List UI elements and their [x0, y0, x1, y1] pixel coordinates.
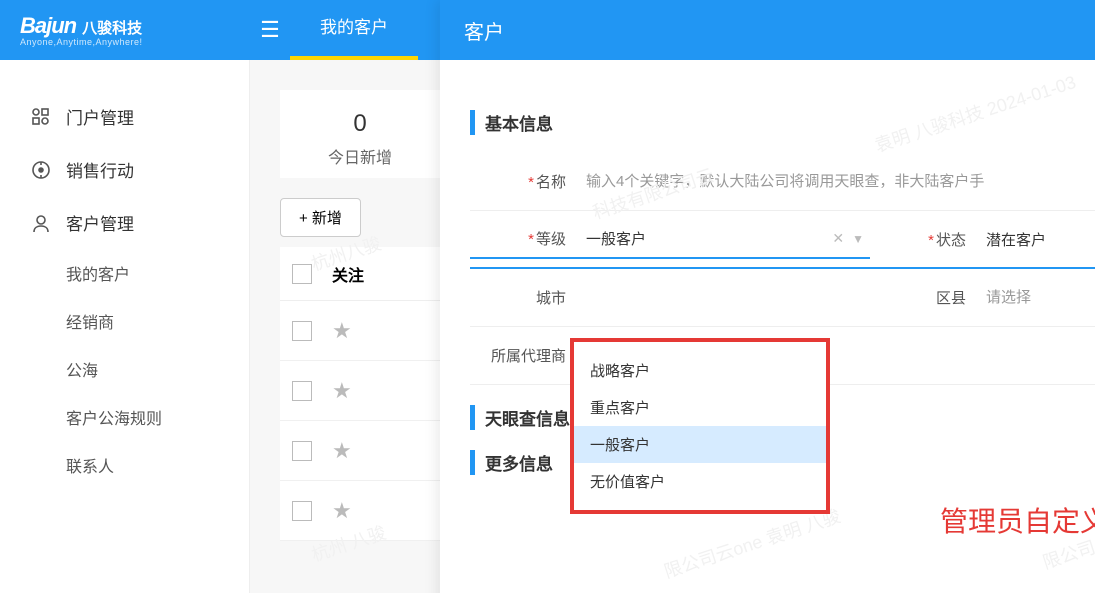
watermark: 限公司云one 袁	[1039, 511, 1095, 574]
chevron-down-icon: ▼	[852, 232, 864, 246]
star-icon[interactable]: ★	[332, 318, 352, 344]
row-checkbox[interactable]	[292, 501, 312, 521]
clock-target-icon	[30, 159, 52, 181]
field-city-district-row: 城市 区县	[470, 269, 1095, 327]
star-icon[interactable]: ★	[332, 438, 352, 464]
city-input[interactable]	[580, 281, 870, 314]
status-select[interactable]: 潜在客户	[980, 221, 1095, 258]
sidebar-item-portal[interactable]: 门户管理	[0, 90, 249, 143]
user-icon	[30, 212, 52, 234]
logo[interactable]: Bajun 八骏科技 Anyone,Anytime,Anywhere!	[0, 13, 250, 47]
dropdown-option-novalue[interactable]: 无价值客户	[574, 463, 826, 500]
name-input[interactable]	[580, 165, 1095, 198]
logo-brand-cn: 八骏科技	[82, 20, 142, 37]
sidebar-label: 销售行动	[66, 157, 134, 182]
panel-title: 客户	[440, 0, 1095, 60]
city-label: 城市	[470, 287, 580, 308]
star-icon[interactable]: ★	[332, 498, 352, 524]
district-label: 区县	[870, 287, 980, 308]
logo-brand: Bajun	[20, 13, 76, 38]
sidebar-label: 门户管理	[66, 104, 134, 129]
dropdown-option-key[interactable]: 重点客户	[574, 389, 826, 426]
tab-my-customers[interactable]: 我的客户	[290, 0, 418, 60]
sidebar-label: 客户管理	[66, 210, 134, 235]
section-basic-info: 基本信息	[470, 110, 1095, 135]
stat-label: 今日新增	[280, 144, 440, 168]
annotation-admin-custom: 管理员自定义	[940, 500, 1095, 540]
level-label: 等级	[470, 228, 580, 249]
watermark: 限公司云one 袁明 八骏	[660, 502, 843, 584]
stat-number: 0	[280, 110, 440, 138]
sidebar-sub-dealers[interactable]: 经销商	[0, 297, 249, 345]
status-label: 状态	[870, 229, 980, 250]
logo-tagline: Anyone,Anytime,Anywhere!	[20, 37, 250, 47]
dropdown-option-general[interactable]: 一般客户	[574, 426, 826, 463]
add-button[interactable]: + 新增	[280, 198, 361, 237]
name-label: 名称	[470, 171, 580, 192]
row-checkbox[interactable]	[292, 441, 312, 461]
star-icon[interactable]: ★	[332, 378, 352, 404]
sidebar-sub-contacts[interactable]: 联系人	[0, 441, 249, 489]
district-select[interactable]	[980, 281, 1095, 314]
field-level-status-row: 等级 一般客户 ✕ ▼ 状态 潜在客户	[470, 211, 1095, 269]
sidebar-sub-sea-rules[interactable]: 客户公海规则	[0, 393, 249, 441]
level-select[interactable]: 一般客户 ✕ ▼	[580, 220, 870, 257]
agent-label: 所属代理商	[470, 345, 580, 366]
clear-icon[interactable]: ✕	[832, 230, 844, 247]
row-checkbox[interactable]	[292, 321, 312, 341]
grid-icon	[30, 106, 52, 128]
sidebar: 门户管理 销售行动 客户管理 我的客户 经销商 公海 客户公海规则 联系人	[0, 60, 250, 593]
sidebar-sub-my-customers[interactable]: 我的客户	[0, 249, 249, 297]
main-area: 杭州八骏 杭州 八骏 0 今日新增 + 新增 关注 ★ ★ ★ ★ 客户 袁明 …	[250, 60, 1095, 593]
col-follow: 关注	[332, 262, 364, 286]
sidebar-item-sales-action[interactable]: 销售行动	[0, 143, 249, 196]
dropdown-option-strategic[interactable]: 战略客户	[574, 352, 826, 389]
field-name-row: 名称	[470, 153, 1095, 211]
menu-toggle-icon[interactable]: ☰	[250, 17, 290, 43]
stat-card-today-new: 0 今日新增	[280, 90, 440, 178]
sidebar-sub-public-sea[interactable]: 公海	[0, 345, 249, 393]
select-all-checkbox[interactable]	[292, 264, 312, 284]
level-dropdown: 战略客户 重点客户 一般客户 无价值客户	[570, 338, 830, 514]
sidebar-item-customers[interactable]: 客户管理	[0, 196, 249, 249]
customer-form-panel: 客户 袁明 八骏科技 2024-01-03 科技有限公司云 限公司云one 袁明…	[440, 0, 1095, 593]
row-checkbox[interactable]	[292, 381, 312, 401]
status-value: 潜在客户	[986, 229, 1046, 250]
level-value: 一般客户	[586, 228, 646, 249]
